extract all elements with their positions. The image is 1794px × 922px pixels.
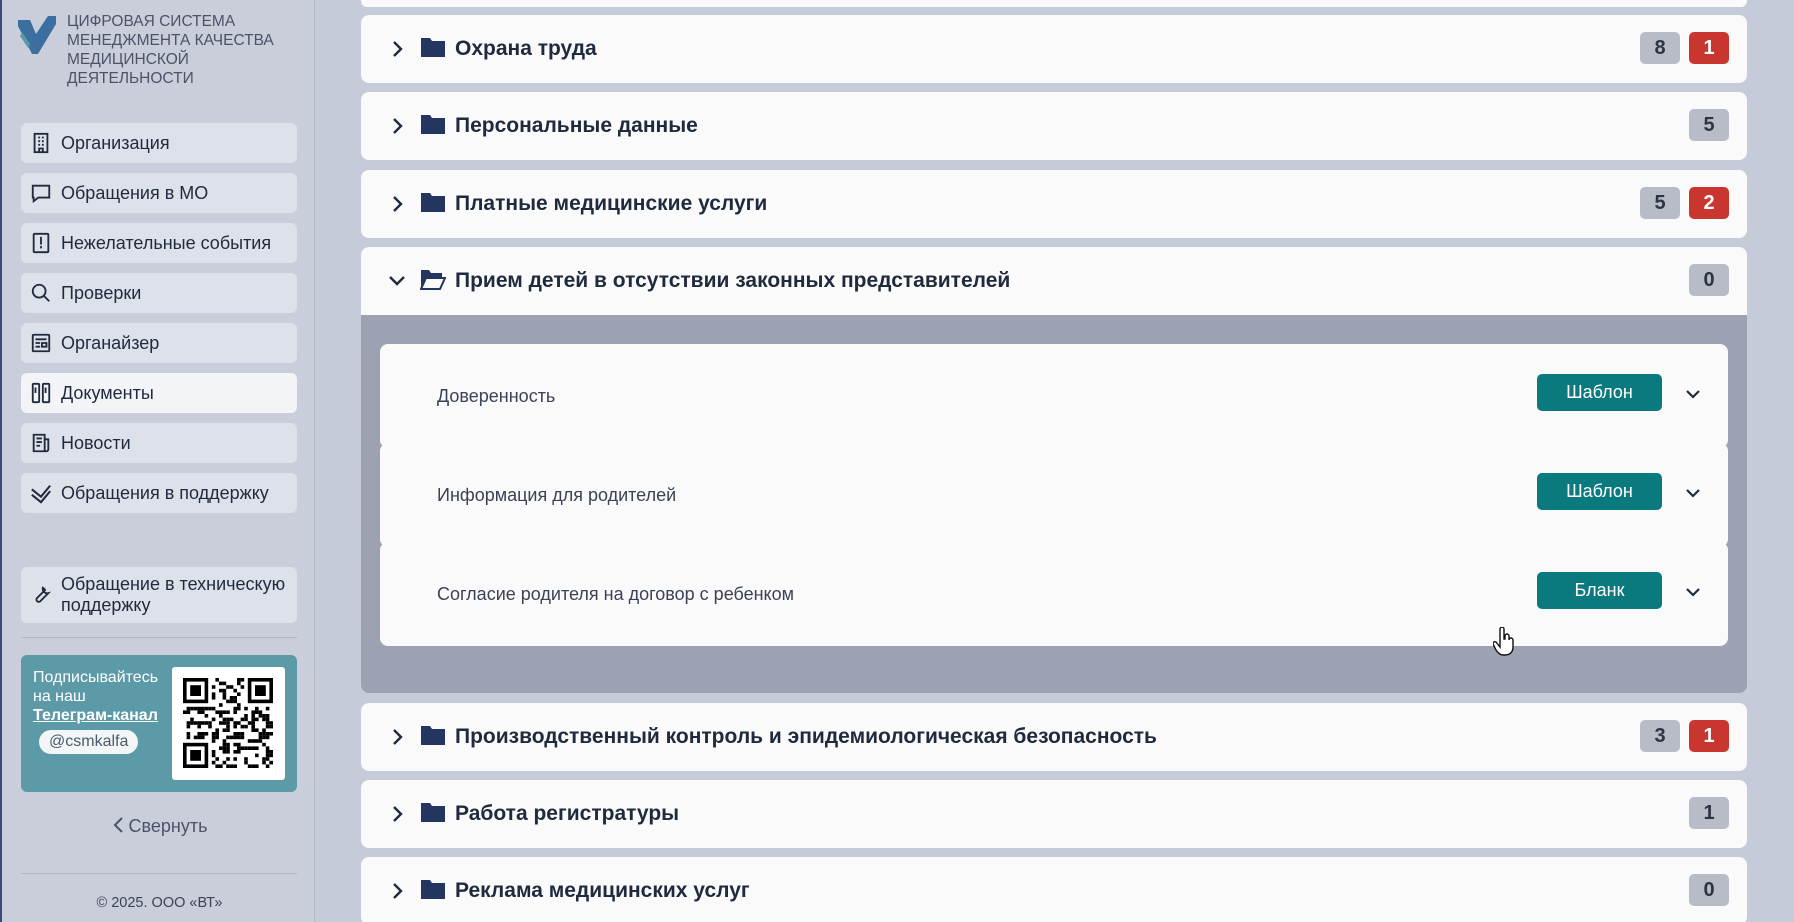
brand-name: ЦИФРОВАЯ СИСТЕМА МЕНЕДЖМЕНТА КАЧЕСТВА МЕ…: [67, 13, 274, 87]
wrench-icon: [29, 583, 53, 607]
folder-row[interactable]: Платные медицинские услуги 5 2: [361, 170, 1747, 238]
folder-row-partial: [361, 0, 1747, 7]
sidebar-item-support-appeals[interactable]: Обращения в поддержку: [21, 473, 297, 513]
sidebar-item-inspections[interactable]: Проверки: [21, 273, 297, 313]
sidebar-item-news[interactable]: Новости: [21, 423, 297, 463]
sidebar-item-organizer[interactable]: Органайзер: [21, 323, 297, 363]
document-count-badge: 5: [1640, 187, 1680, 219]
chevron-left-icon: [112, 816, 129, 836]
folder-title: Прием детей в отсутствии законных предст…: [455, 269, 1011, 292]
document-type-button[interactable]: Шаблон: [1537, 473, 1662, 510]
document-count-badge: 3: [1640, 720, 1680, 752]
chevron-down-icon[interactable]: [1684, 583, 1702, 601]
folder-title: Охрана труда: [455, 37, 597, 60]
chevron-down-icon[interactable]: [1684, 484, 1702, 502]
chevron-right-icon: [393, 118, 403, 134]
telegram-qr-code: [172, 667, 285, 780]
chevron-down-icon: [389, 276, 405, 286]
building-icon: [29, 131, 53, 155]
sidebar-divider: [21, 637, 297, 638]
folder-row[interactable]: Охрана труда 8 1: [361, 15, 1747, 83]
documents-icon: [29, 381, 53, 405]
folder-icon: [421, 880, 445, 899]
tech-support-label: Обращение в техническую поддержку: [61, 574, 286, 615]
tech-support-button[interactable]: Обращение в техническую поддержку: [21, 567, 297, 623]
document-count-badge: 8: [1640, 32, 1680, 64]
overdue-count-badge: 2: [1689, 187, 1729, 219]
check-shield-icon: [29, 481, 53, 505]
document-count-badge: 5: [1689, 109, 1729, 141]
folder-open-icon: [420, 270, 446, 290]
chevron-right-icon: [393, 196, 403, 212]
folder-row[interactable]: Работа регистратуры 1: [361, 780, 1747, 848]
chevron-right-icon: [393, 806, 403, 822]
folder-badges: 0: [1689, 874, 1729, 906]
check-logo-icon: [18, 16, 56, 54]
footer-divider: [21, 873, 297, 874]
document-row[interactable]: Доверенность Шаблон: [380, 344, 1728, 448]
chevron-right-icon: [393, 883, 403, 899]
document-name: Доверенность: [437, 386, 556, 406]
folder-title: Работа регистратуры: [455, 802, 680, 825]
overdue-count-badge: 1: [1689, 720, 1729, 752]
telegram-channel-link[interactable]: Телеграм-канал: [33, 706, 168, 725]
sidebar-item-adverse-events[interactable]: Нежелательные события: [21, 223, 297, 263]
folder-icon: [421, 193, 445, 212]
organizer-icon: [29, 331, 53, 355]
search-icon: [29, 281, 53, 305]
folder-title: Персональные данные: [455, 114, 698, 137]
document-count-badge: 1: [1689, 797, 1729, 829]
folder-row[interactable]: Прием детей в отсутствии законных предст…: [361, 247, 1747, 315]
folder-badges: 0: [1689, 264, 1729, 296]
folder-icon: [421, 115, 445, 134]
folder-badges: 5: [1689, 109, 1729, 141]
chevron-right-icon: [393, 41, 403, 57]
document-type-button[interactable]: Бланк: [1537, 572, 1662, 609]
telegram-promo-text: Подписывайтесь на наш Телеграм-канал: [33, 668, 168, 725]
document-count-badge: 0: [1689, 874, 1729, 906]
folder-badges: 1: [1689, 797, 1729, 829]
document-name: Согласие родителя на договор с ребенком: [437, 584, 795, 604]
sidebar: ЦИФРОВАЯ СИСТЕМА МЕНЕДЖМЕНТА КАЧЕСТВА МЕ…: [0, 0, 315, 922]
folder-badges: 31: [1640, 720, 1729, 752]
document-count-badge: 0: [1689, 264, 1729, 296]
folder-badges: 81: [1640, 32, 1729, 64]
folder-badges: 52: [1640, 187, 1729, 219]
brand-logo[interactable]: ЦИФРОВАЯ СИСТЕМА МЕНЕДЖМЕНТА КАЧЕСТВА МЕ…: [16, 12, 306, 92]
sidebar-item-appeals[interactable]: Обращения в МО: [21, 173, 297, 213]
news-icon: [29, 431, 53, 455]
folder-title: Реклама медицинских услуг: [455, 879, 750, 902]
telegram-handle[interactable]: @csmkalfa: [39, 730, 139, 754]
folder-icon: [421, 38, 445, 57]
folder-row[interactable]: Производственный контроль и эпидемиологи…: [361, 703, 1747, 771]
telegram-promo: Подписывайтесь на наш Телеграм-канал @cs…: [21, 655, 297, 792]
document-row[interactable]: Информация для родителей Шаблон: [380, 443, 1728, 547]
folder-title: Платные медицинские услуги: [455, 192, 768, 215]
expanded-folder-content: Доверенность Шаблон Информация для родит…: [361, 315, 1747, 693]
chat-icon: [29, 181, 53, 205]
chevron-down-icon[interactable]: [1684, 385, 1702, 403]
collapse-sidebar-button[interactable]: Свернуть: [2, 816, 317, 837]
sidebar-item-documents[interactable]: Документы: [21, 373, 297, 413]
folder-row[interactable]: Персональные данные 5: [361, 92, 1747, 160]
folder-title: Производственный контроль и эпидемиологи…: [455, 725, 1157, 748]
folder-icon: [421, 803, 445, 822]
document-row[interactable]: Согласие родителя на договор с ребенком …: [380, 542, 1728, 646]
folder-icon: [421, 726, 445, 745]
overdue-count-badge: 1: [1689, 32, 1729, 64]
main-content: Охрана труда 8 1 Персональные данные 5 Платны…: [340, 0, 1780, 922]
alert-book-icon: [29, 231, 53, 255]
sidebar-nav: Организация Обращения в МО Нежелательные…: [21, 123, 297, 523]
copyright: © 2025. ООО «ВТ»: [96, 895, 223, 911]
chevron-right-icon: [393, 729, 403, 745]
document-name: Информация для родителей: [437, 485, 677, 505]
folder-row[interactable]: Реклама медицинских услуг 0: [361, 857, 1747, 922]
sidebar-item-organization[interactable]: Организация: [21, 123, 297, 163]
hand-cursor-icon: [1493, 627, 1514, 656]
document-type-button[interactable]: Шаблон: [1537, 374, 1662, 411]
